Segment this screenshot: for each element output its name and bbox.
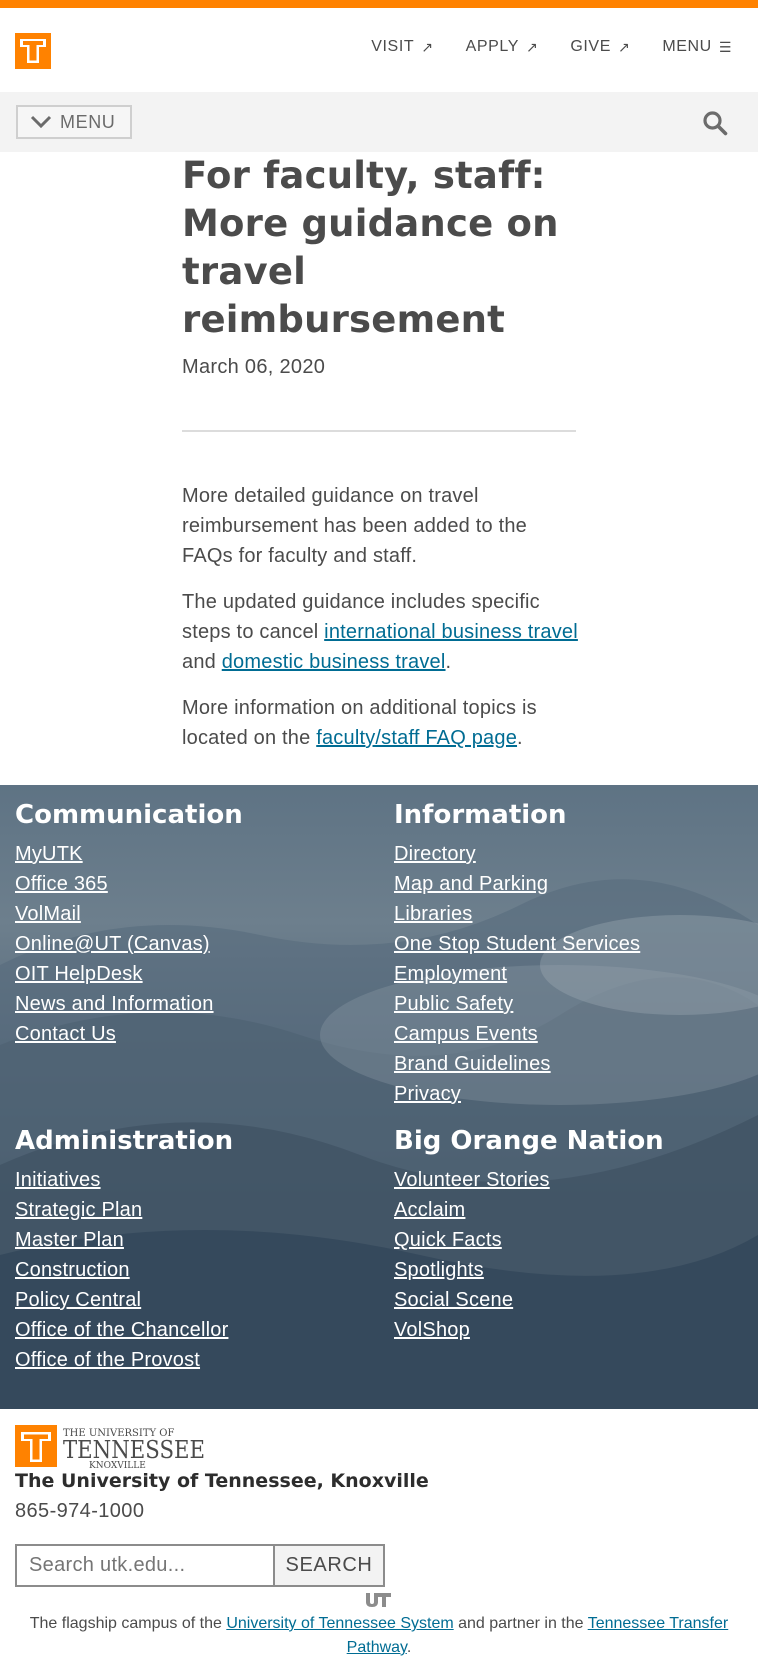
university-name: The University of Tennessee, Knoxville: [15, 1470, 429, 1492]
footer-heading: Big Orange Nation: [394, 1126, 664, 1156]
footer-link[interactable]: Privacy: [394, 1079, 640, 1109]
footer-link[interactable]: OIT HelpDesk: [15, 959, 243, 989]
footer-link[interactable]: Online@UT (Canvas): [15, 929, 243, 959]
site-search-input[interactable]: [15, 1544, 273, 1587]
footer-link[interactable]: Office of the Chancellor: [15, 1315, 233, 1345]
footer-communication: Communication MyUTK Office 365 VolMail O…: [15, 799, 243, 1049]
footer-link[interactable]: One Stop Student Services: [394, 929, 640, 959]
university-phone[interactable]: 865-974-1000: [15, 1500, 144, 1523]
chevron-down-icon: [30, 115, 52, 129]
footer-link[interactable]: MyUTK: [15, 839, 243, 869]
footer-link[interactable]: Contact Us: [15, 1019, 243, 1049]
footer-link[interactable]: Public Safety: [394, 989, 640, 1019]
divider: [182, 430, 576, 432]
footer-link[interactable]: Master Plan: [15, 1225, 233, 1255]
flagship-statement: The flagship campus of the University of…: [29, 1615, 729, 1656]
logo-line-3: KNOXVILLE: [89, 1461, 146, 1469]
nav-give[interactable]: GIVE ↗: [570, 38, 630, 56]
site-footer: Communication MyUTK Office 365 VolMail O…: [0, 785, 758, 1409]
site-search-button[interactable]: SEARCH: [273, 1544, 385, 1587]
external-arrow-icon: ↗: [526, 38, 539, 55]
paragraph-3: More information on additional topics is…: [182, 697, 537, 749]
logo-line-2: TENNESSEE: [63, 1436, 205, 1464]
external-arrow-icon: ↗: [421, 38, 434, 55]
ut-system-icon: [366, 1593, 391, 1607]
footer-administration: Administration Initiatives Strategic Pla…: [15, 1125, 233, 1375]
nav-apply[interactable]: APPLY ↗: [466, 38, 539, 56]
footer-link[interactable]: Campus Events: [394, 1019, 640, 1049]
section-menu-label: MENU: [60, 111, 116, 132]
footer-heading: Communication: [15, 800, 243, 830]
footer-link[interactable]: Construction: [15, 1255, 233, 1285]
footer-link[interactable]: Map and Parking: [394, 869, 640, 899]
footer-link[interactable]: VolMail: [15, 899, 243, 929]
paragraph-1: More detailed guidance on travel reimbur…: [182, 485, 527, 567]
section-nav-bar: MENU: [0, 92, 758, 152]
footer-link[interactable]: Strategic Plan: [15, 1195, 233, 1225]
footer-heading: Information: [394, 800, 567, 830]
university-logo[interactable]: THE UNIVERSITY OF TENNESSEE KNOXVILLE: [15, 1425, 205, 1471]
footer-big-orange-nation: Big Orange Nation Volunteer Stories Accl…: [394, 1125, 664, 1345]
footer-link[interactable]: Acclaim: [394, 1195, 664, 1225]
footer-link[interactable]: Office of the Provost: [15, 1345, 233, 1375]
article-body: More detailed guidance on travel reimbur…: [182, 481, 582, 769]
footer-link[interactable]: Directory: [394, 839, 640, 869]
top-nav: VISIT ↗ APPLY ↗ GIVE ↗ MENU ☰: [339, 38, 732, 56]
site-header: VISIT ↗ APPLY ↗ GIVE ↗ MENU ☰: [0, 8, 758, 92]
footer-link[interactable]: Policy Central: [15, 1285, 233, 1315]
footer-link[interactable]: Spotlights: [394, 1255, 664, 1285]
footer-link[interactable]: Libraries: [394, 899, 640, 929]
brand-stripe: [0, 0, 758, 8]
link-faq-page[interactable]: faculty/staff FAQ page: [316, 727, 517, 749]
search-icon[interactable]: [702, 110, 728, 136]
footer-link[interactable]: News and Information: [15, 989, 243, 1019]
section-menu-button[interactable]: MENU: [16, 105, 132, 139]
article-date: March 06, 2020: [182, 356, 326, 378]
footer-link[interactable]: Employment: [394, 959, 640, 989]
nav-menu[interactable]: MENU ☰: [662, 38, 732, 56]
external-arrow-icon: ↗: [617, 38, 631, 55]
footer-link[interactable]: Initiatives: [15, 1165, 233, 1195]
hamburger-icon: ☰: [718, 38, 732, 55]
page-title: For faculty, staff: More guidance on tra…: [182, 154, 559, 341]
ut-logo-icon[interactable]: [15, 33, 51, 69]
footer-link[interactable]: Brand Guidelines: [394, 1049, 640, 1079]
footer-information: Information Directory Map and Parking Li…: [394, 799, 640, 1109]
link-domestic-travel[interactable]: domestic business travel: [222, 651, 446, 673]
link-ut-system[interactable]: University of Tennessee System: [226, 1615, 453, 1632]
nav-visit[interactable]: VISIT ↗: [371, 38, 433, 56]
footer-link[interactable]: VolShop: [394, 1315, 664, 1345]
footer-heading: Administration: [15, 1126, 234, 1156]
article-header: For faculty, staff: More guidance on tra…: [182, 152, 576, 379]
link-international-travel[interactable]: international business travel: [324, 621, 578, 643]
footer-link[interactable]: Social Scene: [394, 1285, 664, 1315]
footer-link[interactable]: Quick Facts: [394, 1225, 664, 1255]
paragraph-2: The updated guidance includes specific s…: [182, 591, 578, 673]
footer-link[interactable]: Office 365: [15, 869, 243, 899]
footer-link[interactable]: Volunteer Stories: [394, 1165, 664, 1195]
